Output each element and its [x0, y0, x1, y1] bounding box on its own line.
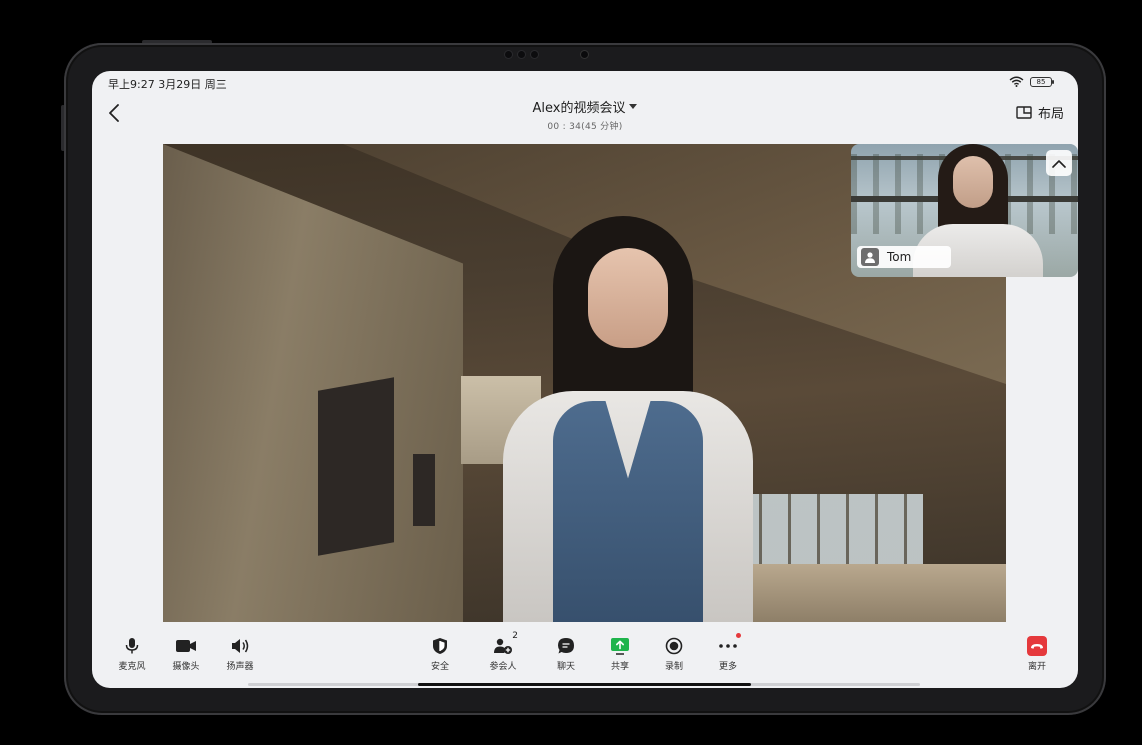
- camera-label: 摄像头: [172, 662, 200, 672]
- layout-label: 布局: [1037, 107, 1064, 122]
- participants-label: 参会人: [489, 662, 517, 672]
- hang-up-icon: [1026, 636, 1048, 656]
- record-button[interactable]: 录制: [648, 636, 700, 672]
- participants-button[interactable]: 2 参会人: [477, 631, 529, 672]
- app-screen: 早上9:27 3月29日 周三 85 Alex的视频会议 00: 34(45 …: [92, 71, 1078, 688]
- home-indicator[interactable]: [418, 683, 751, 686]
- speaker-label: 扬声器: [226, 662, 254, 672]
- participants-count: 2: [512, 631, 518, 641]
- chevron-up-icon: [1052, 159, 1066, 168]
- chat-button[interactable]: 聊天: [540, 636, 592, 672]
- video-wall-frame-small: [413, 454, 435, 526]
- security-label: 安全: [430, 662, 449, 672]
- shield-icon: [429, 636, 451, 656]
- record-icon: [663, 636, 685, 656]
- speaker-button[interactable]: 扬声器: [214, 636, 266, 672]
- status-indicators: 85: [1009, 76, 1054, 87]
- pip-participant-name: Tom: [887, 250, 912, 264]
- share-screen-icon: [609, 636, 631, 656]
- mic-label: 麦克风: [118, 662, 146, 672]
- meeting-duration: 00 : 34(45 分钟): [547, 122, 623, 132]
- leave-button[interactable]: 离开: [1011, 636, 1063, 672]
- user-avatar-icon: [861, 248, 879, 266]
- pip-collapse-button[interactable]: [1046, 150, 1072, 176]
- main-speaker: [493, 216, 763, 622]
- video-wall-frame: [318, 377, 394, 556]
- front-camera-sensors: [505, 51, 538, 58]
- meeting-title-block: Alex的视频会议 00 : 34(45 分钟): [92, 97, 1078, 132]
- battery-icon: 85: [1030, 76, 1054, 87]
- status-bar: 早上9:27 3月29日 周三 85: [92, 71, 1078, 95]
- more-button[interactable]: 更多: [702, 633, 754, 672]
- video-camera-icon: [175, 636, 197, 656]
- notification-dot: [736, 633, 741, 638]
- chat-bubble-icon: [555, 636, 577, 656]
- speaker-icon: [229, 636, 251, 656]
- caret-down-icon: [629, 104, 638, 109]
- mic-button[interactable]: 麦克风: [106, 636, 158, 672]
- video-counter: [723, 564, 1006, 622]
- meeting-title: Alex的视频会议: [532, 101, 626, 116]
- status-time: 早上9:27 3月29日 周三: [108, 78, 227, 91]
- leave-label: 离开: [1027, 662, 1046, 672]
- wifi-icon: [1009, 76, 1024, 87]
- add-participant-icon: 2: [492, 631, 518, 656]
- record-label: 录制: [664, 662, 683, 672]
- video-wall: [163, 144, 463, 622]
- meeting-toolbar: 麦克风 摄像头 扬声器 安全 2 参会人 聊天 共享 录制 更多 离开: [92, 631, 1078, 676]
- camera-button[interactable]: 摄像头: [160, 636, 212, 672]
- layout-icon: [1016, 106, 1032, 119]
- front-camera-lens: [581, 51, 588, 58]
- layout-button[interactable]: 布局: [1016, 103, 1064, 122]
- meeting-header: Alex的视频会议 00 : 34(45 分钟) 布局: [92, 95, 1078, 139]
- security-button[interactable]: 安全: [414, 636, 466, 672]
- more-label: 更多: [718, 662, 737, 672]
- microphone-icon: [121, 636, 143, 656]
- share-button[interactable]: 共享: [594, 636, 646, 672]
- pip-name-tag: Tom: [857, 246, 951, 268]
- pip-video-feed[interactable]: Tom: [851, 144, 1078, 277]
- meeting-title-dropdown[interactable]: Alex的视频会议: [533, 97, 638, 116]
- chat-label: 聊天: [556, 662, 575, 672]
- share-label: 共享: [610, 662, 629, 672]
- more-dots-icon: [717, 633, 741, 656]
